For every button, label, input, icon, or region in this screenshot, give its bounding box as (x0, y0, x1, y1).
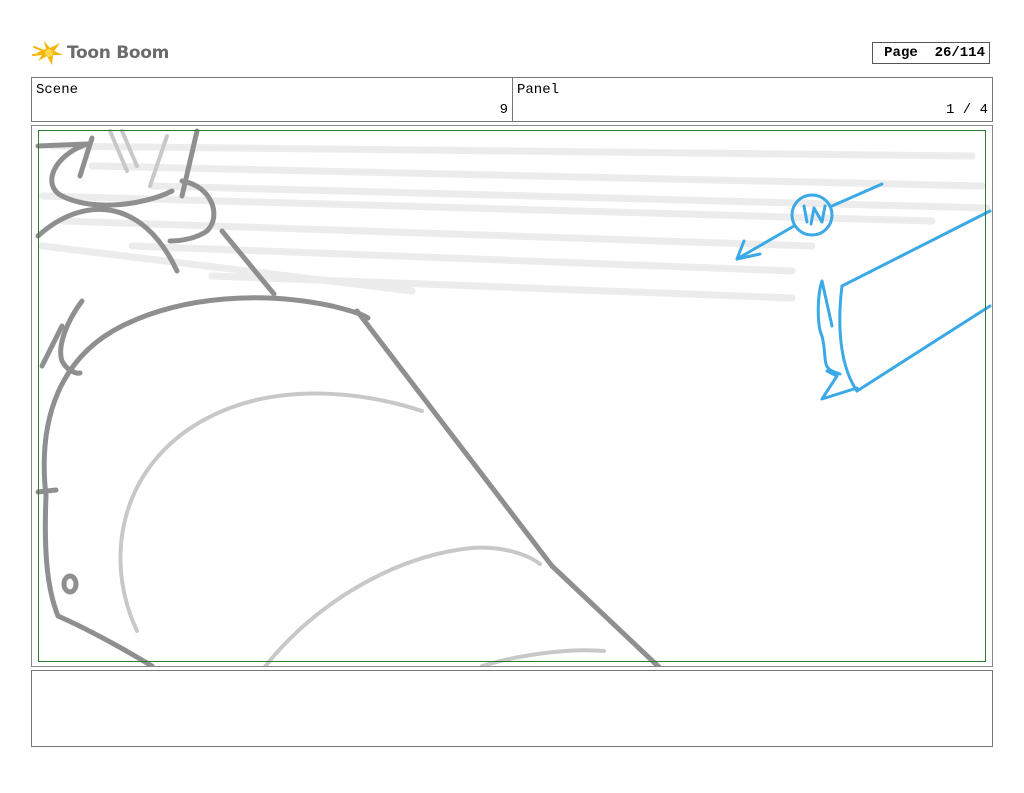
panel-number: 1 / 4 (945, 102, 988, 118)
toon-boom-logo: Toon Boom (32, 37, 169, 69)
panel-notes-box[interactable] (31, 670, 993, 747)
speed-lines (38, 142, 991, 302)
logo-text: Toon Boom (67, 43, 170, 63)
scene-label: Scene (36, 82, 79, 98)
page-indicator: Page 26/114 (872, 42, 990, 64)
panel-frame: IN (31, 125, 993, 667)
panel-cell: Panel 1 / 4 (513, 78, 992, 121)
scene-cell: Scene 9 (32, 78, 513, 121)
scene-panel-info: Scene 9 Panel 1 / 4 (31, 77, 993, 122)
scene-number: 9 (499, 102, 508, 118)
page-spacer (918, 45, 935, 61)
toon-boom-star-icon (32, 41, 63, 65)
storyboard-sketch: IN (35, 128, 992, 666)
panel-label: Panel (517, 82, 560, 98)
page-label: Page (884, 45, 918, 61)
page-number: 26/114 (934, 45, 985, 61)
